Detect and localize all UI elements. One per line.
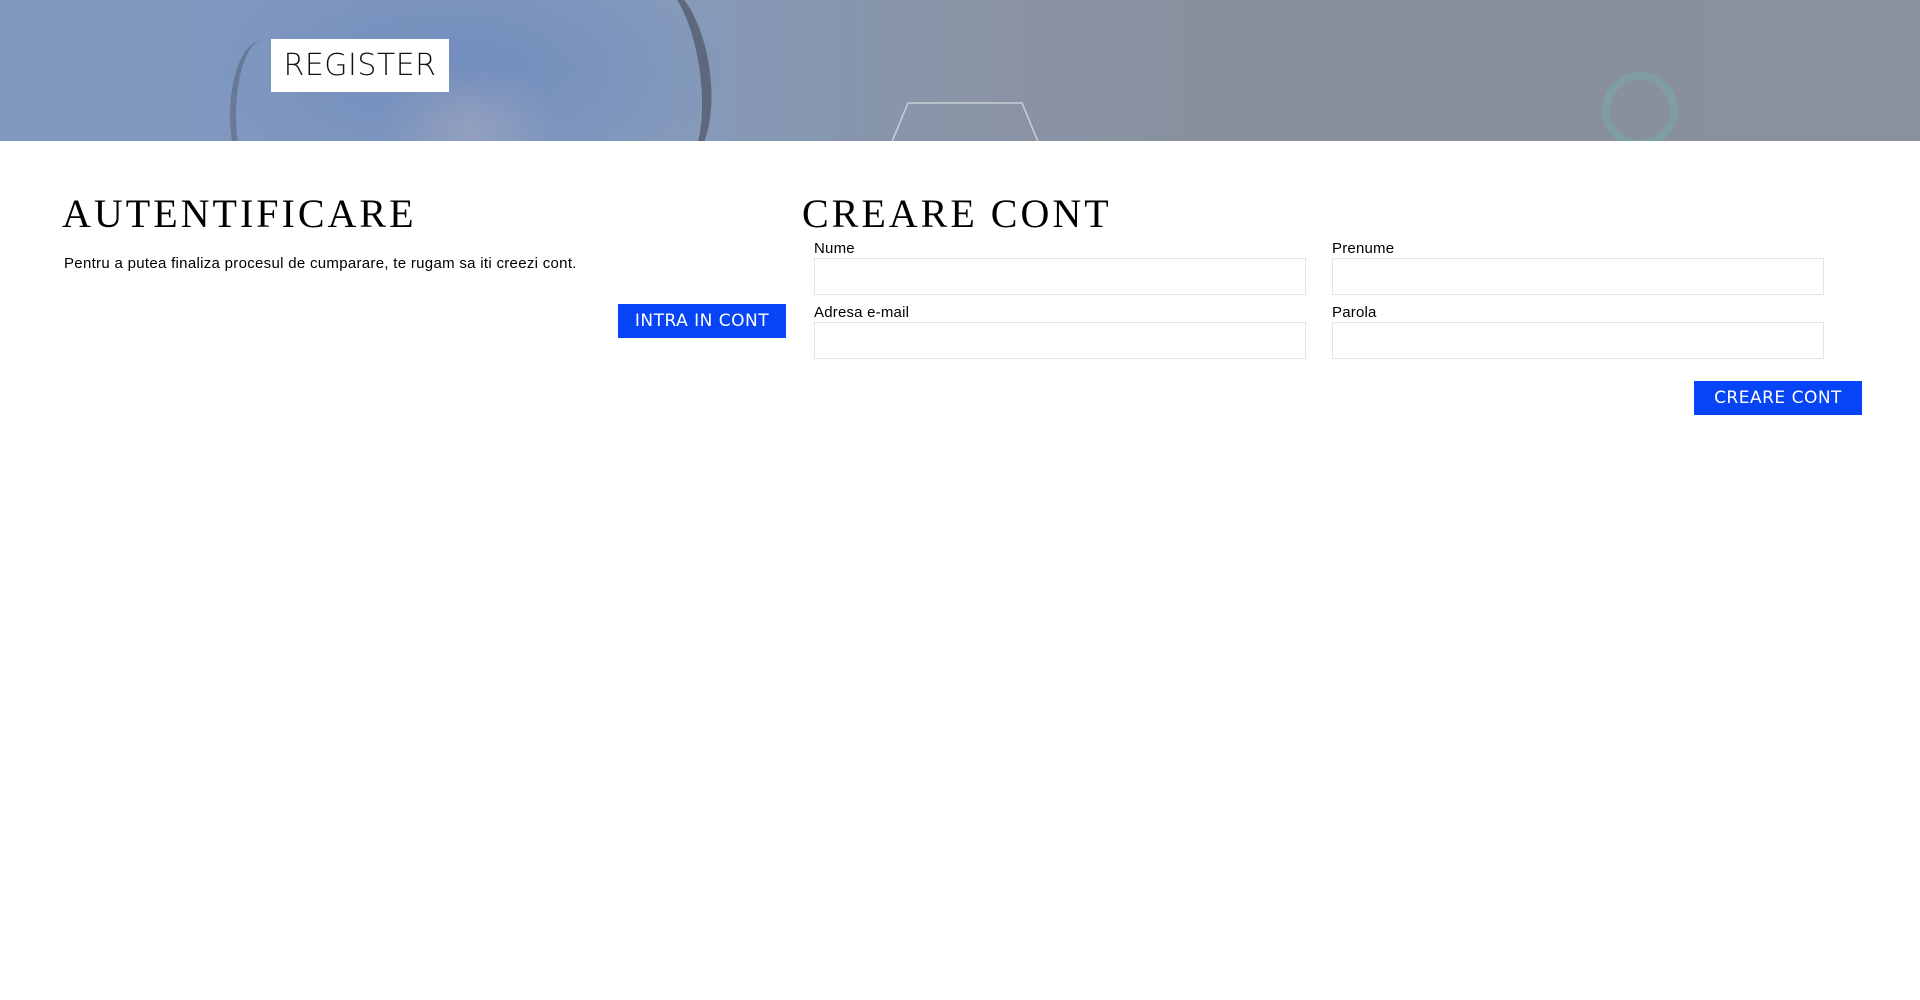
last-name-label: Prenume [1332,240,1395,257]
email-label: Adresa e-mail [814,304,910,321]
email-input[interactable] [814,322,1306,359]
password-label: Parola [1332,304,1377,321]
signup-section-title: CREARE CONT [802,191,1112,236]
first-name-label: Nume [814,240,855,257]
create-account-button[interactable]: CREARE CONT [1694,381,1862,415]
last-name-input[interactable] [1332,258,1824,295]
first-name-input[interactable] [814,258,1306,295]
password-input[interactable] [1332,322,1824,359]
hero-banner: REGISTER [0,0,1920,141]
login-button[interactable]: INTRA IN CONT [618,304,786,338]
login-description: Pentru a putea finaliza procesul de cump… [64,255,577,272]
page-title-badge: REGISTER [271,39,449,92]
login-section-title: AUTENTIFICARE [62,191,417,236]
